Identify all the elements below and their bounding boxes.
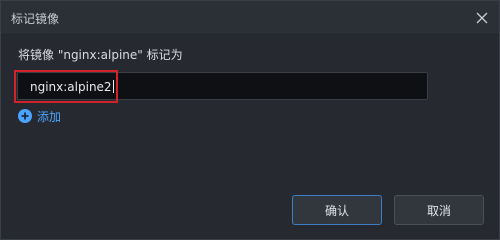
tag-name-input[interactable]: nginx:alpine2 [17, 72, 428, 100]
dialog-title: 标记镜像 [11, 12, 60, 26]
tag-name-input-value: nginx:alpine2 [30, 80, 114, 94]
text-caret [112, 80, 114, 93]
plus-circle-icon [18, 109, 32, 123]
tag-image-dialog: 标记镜像 将镜像 "nginx:alpine" 标记为 nginx:alpine… [0, 0, 500, 240]
cancel-button[interactable]: 取消 [394, 195, 484, 225]
add-tag-link[interactable]: 添加 [18, 108, 61, 124]
tag-prompt-label: 将镜像 "nginx:alpine" 标记为 [18, 48, 183, 62]
add-tag-label: 添加 [37, 109, 62, 124]
dialog-titlebar: 标记镜像 [1, 1, 499, 35]
confirm-button[interactable]: 确认 [292, 195, 382, 225]
close-icon[interactable] [473, 9, 491, 27]
